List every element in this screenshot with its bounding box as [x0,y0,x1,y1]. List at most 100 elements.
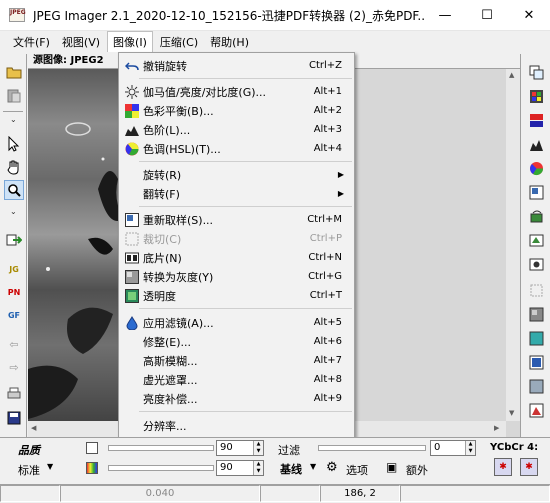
menu-item-rotate[interactable]: 旋转(R) ▶ [121,165,352,184]
menu-file[interactable]: 文件(F) [8,32,55,52]
negative-icon[interactable] [526,254,546,274]
transparency-icon [124,288,140,304]
toolbar-separator [3,111,23,112]
menu-item-grayscale[interactable]: 转换为灰度(Y) Ctrl+G [121,267,352,286]
status-coords: 186, 2 [320,485,400,502]
zoom-icon[interactable] [4,180,24,200]
spinner-arrows-icon[interactable]: ▲ ▼ [253,461,263,475]
standard-dropdown[interactable]: 标准 [18,462,40,478]
levels-icon [124,122,140,138]
filter-label: 过滤 [278,444,300,457]
back-icon[interactable]: ⇦ [4,334,24,354]
menu-bar: 文件(F) 视图(V) 图像(I) 压缩(C) 帮助(H) [0,31,550,52]
status-bar: 0.040 186, 2 [0,484,550,503]
chevron-down-icon[interactable]: ▼ [47,462,53,471]
menu-image[interactable]: 图像(I) [107,31,153,52]
menu-item-unsharp-mask[interactable]: 虚光遮罩... Alt+8 [121,370,352,389]
quality-input[interactable]: 90 ▲ ▼ [216,440,264,456]
mask-icon[interactable] [526,400,546,420]
save-icon[interactable] [4,408,24,428]
crop-icon [124,231,140,247]
spinner-arrows-icon[interactable]: ▲ ▼ [465,441,475,455]
menu-item-transparency[interactable]: 透明度 Ctrl+T [121,286,352,305]
menu-item-gaussian-blur[interactable]: 高斯模糊... Alt+7 [121,351,352,370]
status-size: 0.040 [60,485,260,502]
grayscale-icon[interactable] [526,304,546,324]
minimize-button[interactable]: — [424,0,466,31]
menu-item-levels[interactable]: 色阶(L)... Alt+3 [121,120,352,139]
subsample-a-icon[interactable]: ✱ [494,458,512,476]
paste-icon[interactable] [4,85,24,105]
vertical-scrollbar[interactable]: ▲ ▼ [506,69,520,421]
menu-item-resolution[interactable]: 分辨率... [121,416,352,435]
baseline-dropdown[interactable]: 基线 [280,461,302,477]
hue-icon[interactable] [526,158,546,178]
scroll-right-icon[interactable]: ▶ [494,424,499,432]
menu-view[interactable]: 视图(V) [57,32,105,52]
menu-help[interactable]: 帮助(H) [205,32,254,52]
menu-item-undo-rotate[interactable]: 撤销旋转 Ctrl+Z [121,56,352,75]
extra-button[interactable]: 额外 [406,462,428,478]
extra-icon[interactable]: ▣ [386,460,397,474]
export-icon[interactable] [4,230,24,250]
brightness-icon[interactable] [526,86,546,106]
filter-input[interactable]: 0 ▲ ▼ [430,440,476,456]
standard-slider[interactable] [108,465,214,471]
forward-icon[interactable]: ⇨ [4,357,24,377]
scroll-left-icon[interactable]: ◀ [31,424,36,432]
menu-item-brightness-compensation[interactable]: 亮度补偿... Alt+9 [121,389,352,408]
scroll-down-icon[interactable]: ▼ [509,409,514,417]
menu-separator [139,411,352,412]
copy-icon[interactable] [526,62,546,82]
menu-item-color-balance[interactable]: 色彩平衡(B)... Alt+2 [121,101,352,120]
undo-icon [124,58,140,74]
blur-icon[interactable] [526,376,546,396]
rotate-icon[interactable] [526,206,546,226]
scroll-up-icon[interactable]: ▲ [509,71,514,79]
options-button[interactable]: 选项 [346,462,368,478]
window-title: JPEG Imager 2.1_2020-12-10_152156-迅捷PDF转… [33,8,424,23]
resample-icon [124,212,140,228]
gif-icon[interactable]: GF [4,305,24,325]
resample-icon[interactable] [526,182,546,202]
grayscale-icon [124,269,140,285]
spinner-arrows-icon[interactable]: ▲ ▼ [253,441,263,455]
menu-item-gamma[interactable]: 伽马值/亮度/对比度(G)... Alt+1 [121,82,352,101]
ycbcr-label: YCbCr 4: [490,442,539,453]
close-button[interactable]: ✕ [508,0,550,31]
chevron-down-icon[interactable]: ▼ [310,462,316,471]
menu-item-apply-filter[interactable]: 应用滤镜(A)... Alt+5 [121,313,352,332]
pointer-icon[interactable] [4,134,24,154]
filter-slider[interactable] [318,445,426,451]
menu-item-negative[interactable]: 底片(N) Ctrl+N [121,248,352,267]
menu-separator [139,78,352,79]
expand-arrow-icon[interactable]: ⌄ [10,115,17,124]
hand-icon[interactable] [4,157,24,177]
title-bar: JPEG JPEG Imager 2.1_2020-12-10_152156-迅… [0,0,550,31]
menu-item-flip[interactable]: 翻转(F) ▶ [121,184,352,203]
color-swatch-icon [86,462,98,474]
transparency-icon[interactable] [526,328,546,348]
expand-arrow-icon[interactable]: ⌄ [10,207,17,216]
gear-icon[interactable]: ⚙ [326,460,338,475]
subsample-b-icon[interactable]: ✱ [520,458,538,476]
jpg-icon[interactable]: JG [4,259,24,279]
sharpen-icon[interactable] [526,352,546,372]
png-icon[interactable]: PN [4,282,24,302]
quality-slider[interactable] [108,445,214,451]
menu-compress[interactable]: 压缩(C) [155,32,203,52]
flip-icon[interactable] [526,230,546,250]
open-folder-icon[interactable] [4,62,24,82]
menu-item-resample[interactable]: 重新取样(S)... Ctrl+M [121,210,352,229]
maximize-button[interactable]: ☐ [466,0,508,31]
standard-input[interactable]: 90 ▲ ▼ [216,460,264,476]
crop-icon[interactable] [526,280,546,300]
color-balance-icon[interactable] [526,110,546,130]
source-image [28,69,118,437]
right-toolbar [520,54,550,437]
levels-icon[interactable] [526,134,546,154]
left-toolbar: ⌄ ⌄ JG PN GF ⇦ ⇨ [0,54,27,437]
menu-item-hue[interactable]: 色调(HSL)(T)... Alt+4 [121,139,352,158]
menu-item-retouch[interactable]: 修整(E)... Alt+6 [121,332,352,351]
print-icon[interactable] [4,384,24,404]
